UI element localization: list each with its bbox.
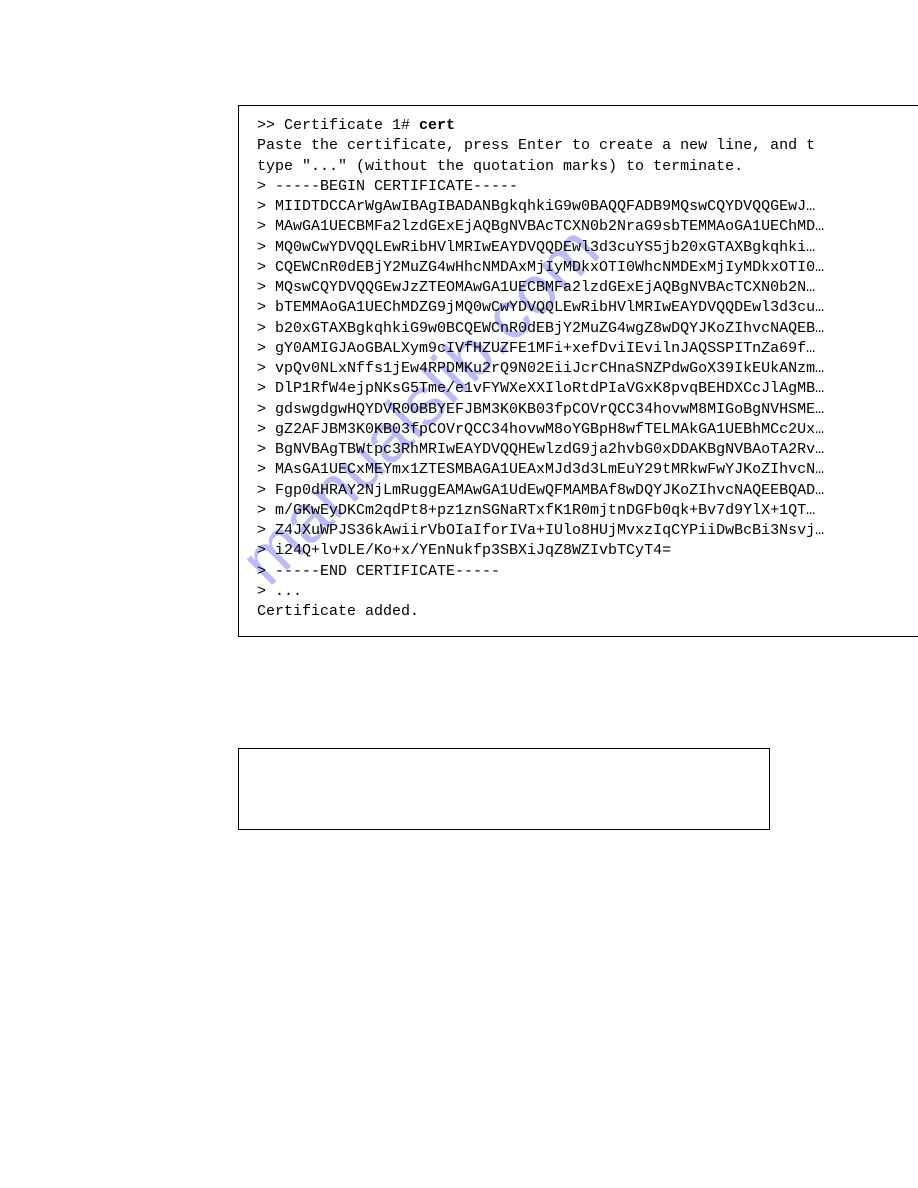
cert-line: > MIIDTDCCArWgAwIBAgIBADANBgkqhkiG9w0BAQ… [257, 197, 906, 217]
cert-line: > MQswCQYDVQQGEwJzZTEOMAwGA1UECBMFa2lzdG… [257, 278, 906, 298]
cert-line: > gZ2AFJBM3K0KB03fpCOVrQCC34hovwM8oYGBpH… [257, 420, 906, 440]
cert-line: > m/GKwEyDKCm2qdPt8+pz1znSGNaRTxfK1R0mjt… [257, 501, 906, 521]
prompt-label: >> Certificate 1# [257, 117, 419, 134]
cert-line: > MAwGA1UECBMFa2lzdGExEjAQBgNVBAcTCXN0b2… [257, 217, 906, 237]
cert-line: > Fgp0dHRAY2NjLmRuggEAMAwGA1UdEwQFMAMBAf… [257, 481, 906, 501]
cert-line: > gY0AMIGJAoGBALXym9cIVfHZUZFE1MFi+xefDv… [257, 339, 906, 359]
cert-line: > gdswgdgwHQYDVR0OBBYEFJBM3K0KB03fpCOVrQ… [257, 400, 906, 420]
command-text: cert [419, 117, 455, 134]
result-line: Certificate added. [257, 602, 906, 622]
cert-line: > i24Q+lvDLE/Ko+x/YEnNukfp3SBXiJqZ8WZIvb… [257, 541, 906, 561]
certificate-terminal-box: >> Certificate 1# cert Paste the certifi… [238, 105, 918, 637]
cert-line: > bTEMMAoGA1UEChMDZG9jMQ0wCwYDVQQLEwRibH… [257, 298, 906, 318]
instruction-line-1: Paste the certificate, press Enter to cr… [257, 136, 906, 156]
cert-line: > b20xGTAXBgkqhkiG9w0BCQEWCnR0dEBjY2MuZG… [257, 319, 906, 339]
instruction-line-2: type "..." (without the quotation marks)… [257, 157, 906, 177]
cert-line: > CQEWCnR0dEBjY2MuZG4wHhcNMDAxMjIyMDkxOT… [257, 258, 906, 278]
cert-line: > vpQv0NLxNffs1jEw4RPDMKu2rQ9N02EiiJcrCH… [257, 359, 906, 379]
cert-line: > Z4JXuWPJS36kAwiirVbOIaIforIVa+IUlo8HUj… [257, 521, 906, 541]
cert-line: > -----BEGIN CERTIFICATE----- [257, 177, 906, 197]
cert-line: > BgNVBAgTBWtpc3RhMRIwEAYDVQQHEwlzdG9ja2… [257, 440, 906, 460]
cert-line: > MQ0wCwYDVQQLEwRibHVlMRIwEAYDVQQDEwl3d3… [257, 238, 906, 258]
prompt-line: >> Certificate 1# cert [257, 116, 906, 136]
cert-line: > ... [257, 582, 906, 602]
cert-line: > -----END CERTIFICATE----- [257, 562, 906, 582]
cert-line: > DlP1RfW4ejpNKsG5Tme/e1vFYWXeXXIloRtdPI… [257, 379, 906, 399]
cert-line: > MAsGA1UECxMEYmx1ZTESMBAGA1UEAxMJd3d3Lm… [257, 460, 906, 480]
empty-box [238, 748, 770, 830]
